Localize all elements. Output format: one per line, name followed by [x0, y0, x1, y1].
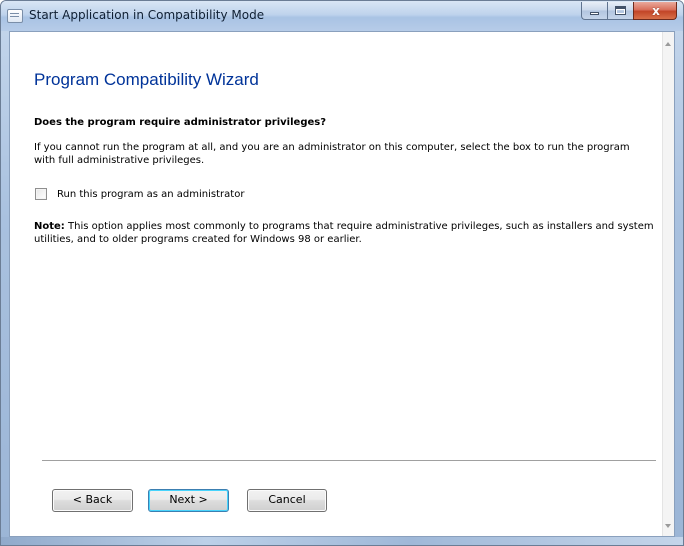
- caption-buttons: x: [581, 2, 677, 20]
- title-bar[interactable]: Start Application in Compatibility Mode …: [1, 1, 683, 31]
- window-bottom-border: [1, 537, 683, 545]
- scroll-down-arrow-icon[interactable]: [665, 524, 671, 528]
- wizard-client-area: Program Compatibility Wizard Does the pr…: [9, 31, 675, 537]
- close-icon: x: [652, 4, 660, 18]
- close-button[interactable]: x: [633, 2, 677, 20]
- question-heading: Does the program require administrator p…: [34, 117, 327, 128]
- next-button[interactable]: Next >: [148, 489, 229, 512]
- compatibility-window: Start Application in Compatibility Mode …: [0, 0, 684, 546]
- window-title: Start Application in Compatibility Mode: [29, 8, 265, 22]
- note-body: This option applies most commonly to pro…: [34, 221, 654, 245]
- note-prefix: Note:: [34, 221, 65, 232]
- minimize-button[interactable]: [581, 2, 607, 20]
- cancel-button[interactable]: Cancel: [247, 489, 327, 512]
- button-divider: [42, 460, 656, 462]
- window-app-icon[interactable]: [7, 9, 23, 23]
- maximize-icon: [615, 6, 626, 15]
- run-as-admin-option[interactable]: Run this program as an administrator: [35, 187, 244, 201]
- maximize-button[interactable]: [607, 2, 633, 20]
- back-button[interactable]: < Back: [52, 489, 133, 512]
- note-text: Note: This option applies most commonly …: [34, 220, 656, 246]
- minimize-icon: [590, 12, 599, 15]
- run-as-admin-label[interactable]: Run this program as an administrator: [57, 189, 244, 200]
- description-text: If you cannot run the program at all, an…: [34, 142, 630, 166]
- scroll-up-arrow-icon[interactable]: [665, 42, 671, 46]
- page-title: Program Compatibility Wizard: [34, 70, 259, 89]
- run-as-admin-checkbox[interactable]: [35, 188, 47, 200]
- vertical-scrollbar[interactable]: [662, 32, 674, 536]
